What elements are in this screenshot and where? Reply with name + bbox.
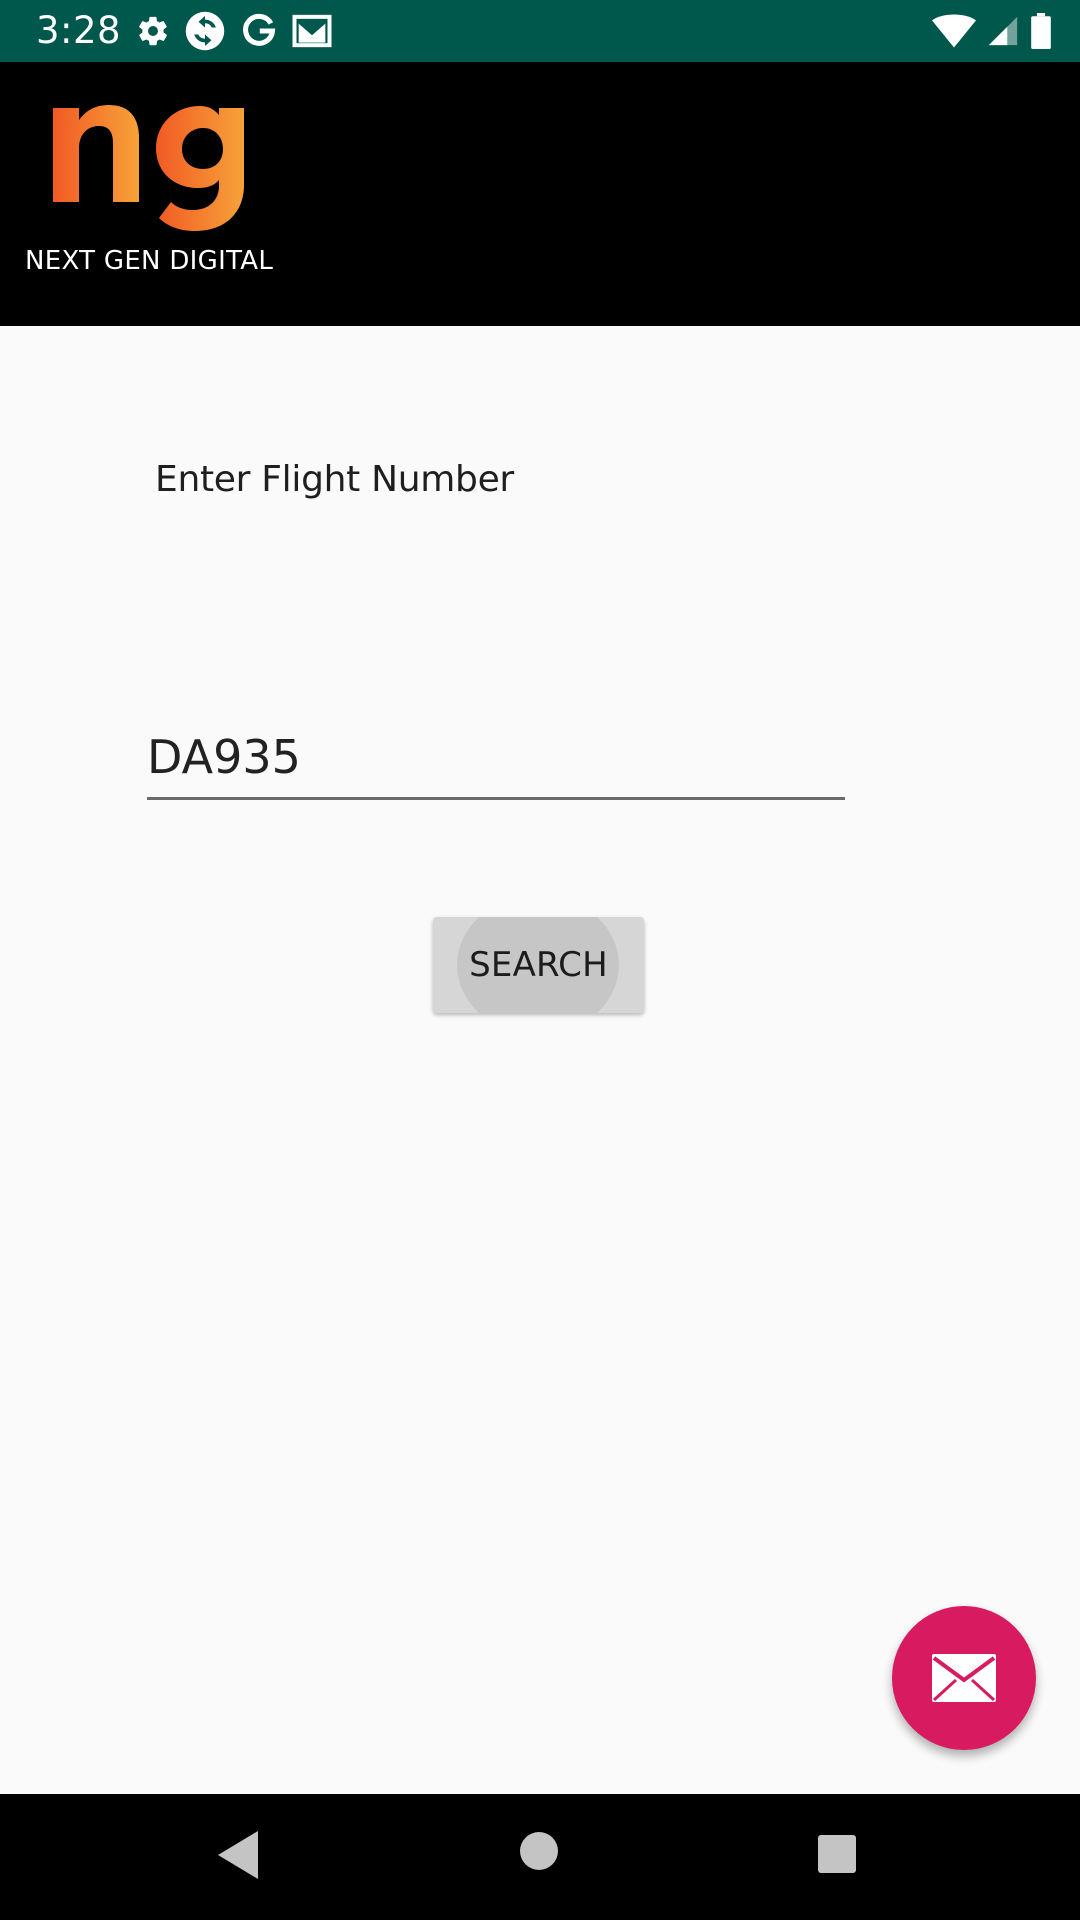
search-button[interactable]: SEARCH bbox=[433, 917, 644, 1013]
recents-icon[interactable] bbox=[816, 1833, 858, 1875]
wifi-icon bbox=[932, 14, 976, 48]
search-button-label: SEARCH bbox=[469, 945, 608, 985]
gmail-icon bbox=[292, 14, 332, 48]
brand-name: NEXT GEN DIGITAL bbox=[25, 246, 274, 276]
app-header: NEXT GEN DIGITAL bbox=[0, 62, 1080, 326]
status-bar: 3:28 bbox=[0, 0, 1080, 62]
home-icon[interactable] bbox=[518, 1830, 560, 1872]
flight-number-label: Enter Flight Number bbox=[155, 459, 514, 500]
notification-icons bbox=[136, 9, 332, 53]
battery-icon bbox=[1031, 13, 1051, 49]
status-time: 3:28 bbox=[36, 9, 122, 52]
mail-icon bbox=[932, 1654, 996, 1702]
ng-logo bbox=[53, 105, 244, 231]
back-icon[interactable] bbox=[216, 1829, 260, 1881]
flight-number-input[interactable] bbox=[147, 716, 845, 800]
settings-icon bbox=[139, 16, 167, 46]
cell-signal-icon bbox=[988, 16, 1018, 46]
email-fab[interactable] bbox=[892, 1606, 1036, 1750]
navigation-bar bbox=[0, 1794, 1080, 1920]
sync-icon bbox=[185, 11, 225, 51]
system-icons bbox=[932, 9, 1052, 53]
google-icon bbox=[243, 13, 276, 46]
